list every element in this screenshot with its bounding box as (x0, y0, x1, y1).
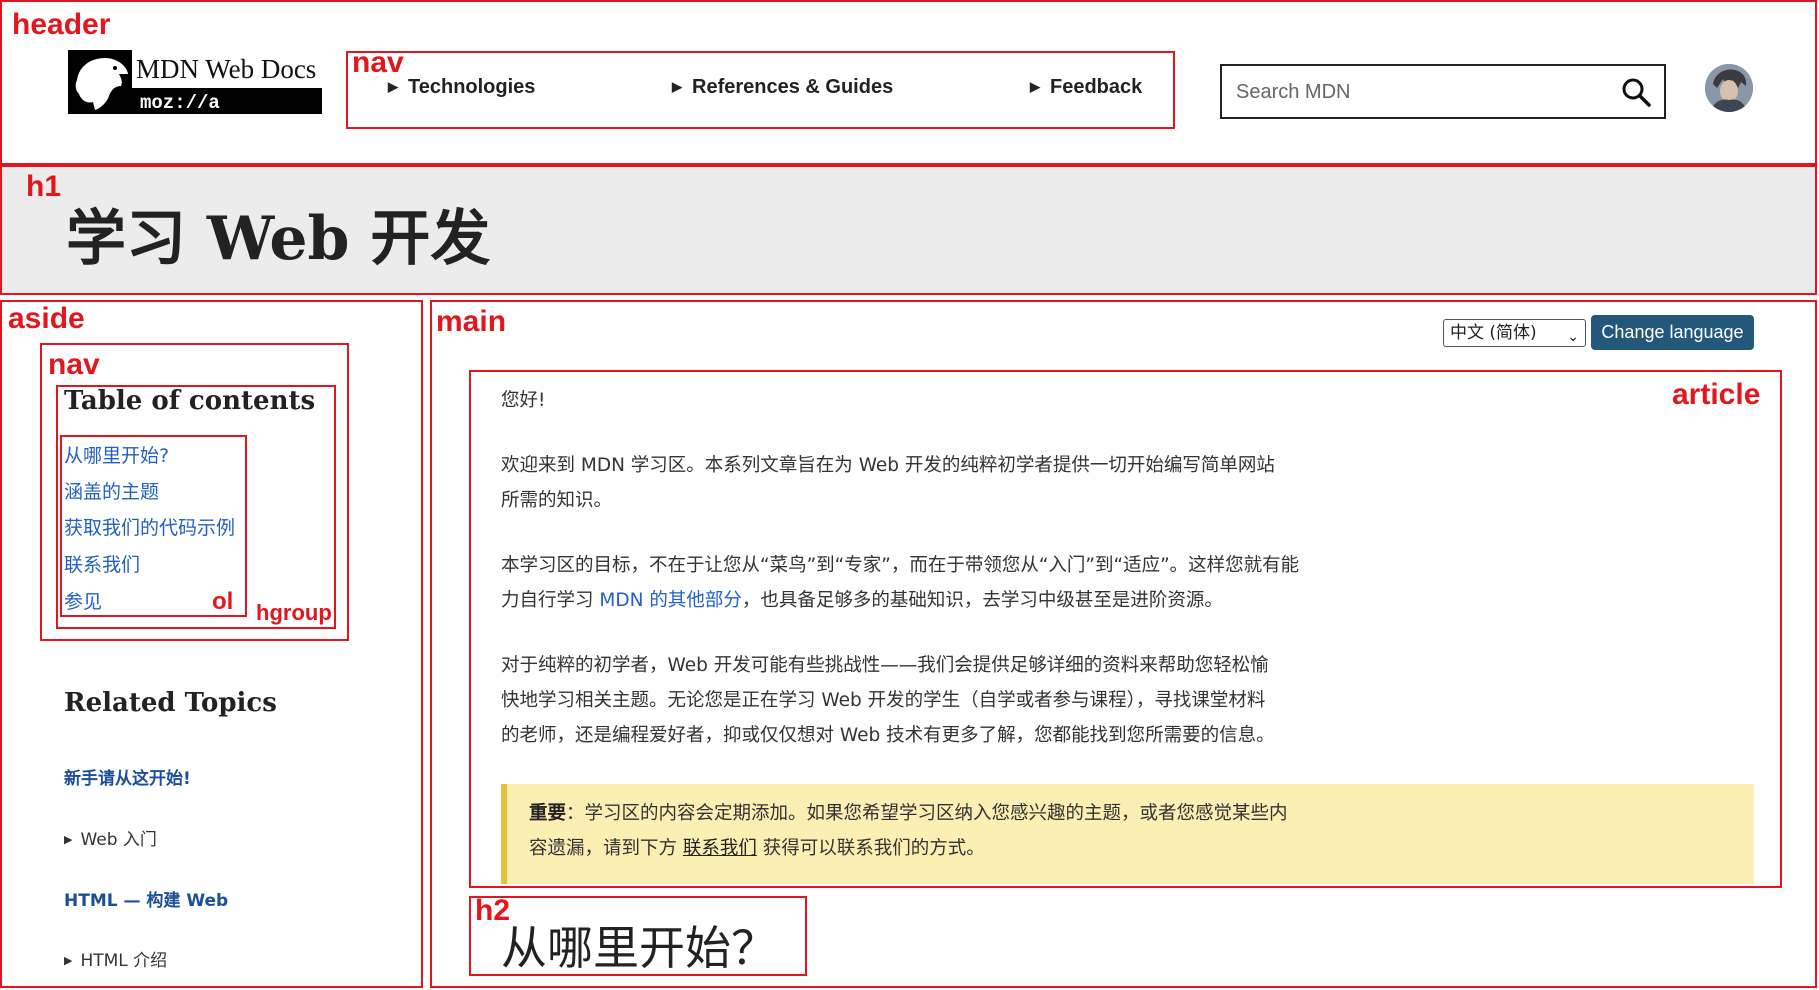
toc-link-where-to-start[interactable]: 从哪里开始? (64, 441, 169, 468)
toc-link-topics-covered[interactable]: 涵盖的主题 (64, 477, 159, 504)
disclosure-triangle-icon: ▶ (388, 79, 398, 94)
article-paragraph: 所需的知识。 (501, 490, 613, 511)
related-link-beginners[interactable]: 新手请从这开始! (64, 764, 191, 789)
note-line: ：学习区的内容会定期添加。如果您希望学习区纳入您感兴趣的主题，或者您感觉某些内 (566, 803, 1288, 824)
language-select-value: 中文 (简体) (1450, 323, 1537, 343)
article-text: 力自行学习 (501, 590, 600, 611)
search-box (1220, 64, 1666, 119)
related-item-web-intro[interactable]: ▶ Web 入门 (64, 825, 157, 850)
main-annotation-label: main (436, 305, 507, 338)
article-paragraph: 力自行学习 MDN 的其他部分，也具备足够多的基础知识，去学习中级甚至是进阶资源… (501, 583, 1223, 618)
note-line: 容遗漏，请到下方 (529, 838, 683, 859)
disclosure-triangle-icon: ▶ (64, 954, 73, 967)
note-text: 重要：学习区的内容会定期添加。如果您希望学习区纳入您感兴趣的主题，或者您感觉某些… (529, 796, 1288, 831)
toc-title: Table of contents (64, 386, 316, 416)
h1-region-box (0, 165, 1817, 295)
related-item-html-intro[interactable]: ▶ HTML 介绍 (64, 946, 167, 971)
language-select[interactable]: 中文 (简体) ⌄ (1443, 319, 1586, 347)
note-label: 重要 (529, 803, 567, 824)
hgroup-annotation-label: hgroup (256, 600, 332, 625)
important-note-callout: 重要：学习区的内容会定期添加。如果您希望学习区纳入您感兴趣的主题，或者您感觉某些… (501, 784, 1754, 884)
related-item-web-intro-label: Web 入门 (80, 830, 157, 850)
related-topics-title: Related Topics (64, 688, 277, 718)
toc-link-see-also[interactable]: 参见 (64, 587, 102, 614)
nav-annotation-label: nav (352, 46, 404, 79)
toc-link-contact-us[interactable]: 联系我们 (64, 550, 140, 577)
section-heading: 从哪里开始？ (501, 921, 777, 975)
change-language-button[interactable]: Change language (1591, 315, 1754, 350)
nav-feedback[interactable]: ▶ Feedback (1030, 76, 1142, 99)
nav-technologies[interactable]: ▶ Technologies (388, 76, 535, 99)
chevron-down-icon: ⌄ (1567, 329, 1579, 345)
nav-technologies-label: Technologies (408, 76, 536, 98)
mdn-logo[interactable]: MDN Web Docs moz://a (68, 50, 322, 114)
note-text: 容遗漏，请到下方 联系我们 获得可以联系我们的方式。 (529, 831, 985, 866)
note-line: 获得可以联系我们的方式。 (756, 838, 985, 859)
article-text: ，也具备足够多的基础知识，去学习中级甚至是进阶资源。 (741, 590, 1223, 611)
nav-feedback-label: Feedback (1050, 76, 1143, 98)
article-greeting: 您好! (501, 390, 546, 411)
article-paragraph: 欢迎来到 MDN 学习区。本系列文章旨在为 Web 开发的纯粹初学者提供一切开始… (501, 455, 1275, 476)
mdn-other-parts-link[interactable]: MDN 的其他部分 (599, 590, 741, 611)
disclosure-triangle-icon: ▶ (64, 833, 73, 846)
user-avatar[interactable] (1705, 64, 1753, 112)
disclosure-triangle-icon: ▶ (672, 79, 682, 94)
related-link-html[interactable]: HTML — 构建 Web (64, 886, 228, 911)
nav-references-guides[interactable]: ▶ References & Guides (672, 76, 893, 99)
contact-us-link[interactable]: 联系我们 (683, 838, 757, 859)
side-nav-annotation-label: nav (48, 348, 100, 381)
nav-references-label: References & Guides (692, 76, 894, 98)
aside-annotation-label: aside (8, 302, 85, 335)
article-paragraph: 对于纯粹的初学者，Web 开发可能有些挑战性——我们会提供足够详细的资料来帮助您… (501, 655, 1269, 676)
mdn-dinosaur-icon (75, 58, 128, 110)
search-icon[interactable] (1620, 76, 1652, 108)
mozilla-wordmark: moz://a (140, 92, 220, 114)
logo-title: MDN Web Docs (136, 54, 317, 84)
avatar-image (1705, 64, 1753, 112)
article-paragraph: 的老师，还是编程爱好者，抑或仅仅想对 Web 技术有更多了解，您都能找到您所需要… (501, 725, 1275, 746)
header-annotation-label: header (12, 8, 111, 41)
toc-link-get-code-examples[interactable]: 获取我们的代码示例 (64, 513, 235, 540)
search-input[interactable] (1236, 78, 1606, 106)
disclosure-triangle-icon: ▶ (1030, 79, 1040, 94)
article-paragraph: 快地学习相关主题。无论您是正在学习 Web 开发的学生（自学或者参与课程），寻找… (501, 690, 1266, 711)
h1-annotation-label: h1 (26, 170, 62, 203)
related-item-html-intro-label: HTML 介绍 (80, 951, 168, 971)
article-annotation-label: article (1672, 378, 1761, 411)
article-paragraph: 本学习区的目标，不在于让您从“菜鸟”到“专家”，而在于带领您从“入门”到“适应”… (501, 555, 1300, 576)
ol-annotation-label: ol (212, 588, 234, 615)
